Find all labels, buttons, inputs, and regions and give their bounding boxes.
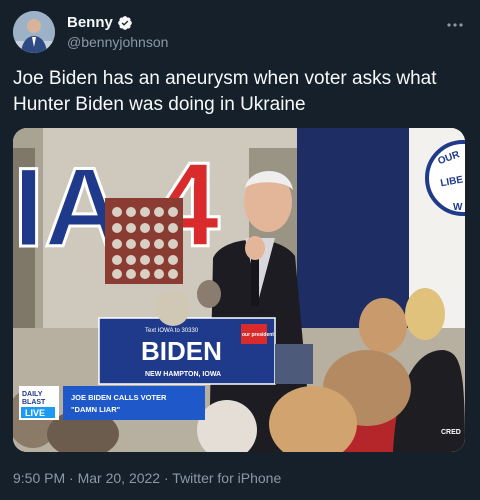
tweet-time[interactable]: 9:50 PM bbox=[13, 470, 65, 486]
podium-title: BIDEN bbox=[141, 336, 222, 366]
video-frame: IA 4 OUR LIBE W Text IOWA to 30330 BIDEN… bbox=[13, 128, 465, 452]
chyron-line1: JOE BIDEN CALLS VOTER bbox=[71, 393, 167, 402]
meta-separator: · bbox=[69, 470, 74, 486]
more-icon[interactable] bbox=[446, 12, 464, 33]
tweet-date[interactable]: Mar 20, 2022 bbox=[78, 470, 161, 486]
video-corner-text: CRED bbox=[441, 429, 461, 436]
tweet-text: Joe Biden has an aneurysm when voter ask… bbox=[13, 68, 437, 115]
chyron-line2: "DAMN LIAR" bbox=[71, 405, 121, 414]
chyron-live: LIVE bbox=[25, 408, 45, 418]
avatar[interactable] bbox=[13, 11, 55, 53]
sign-text-3: W bbox=[453, 202, 463, 213]
tweet-meta: 9:50 PM · Mar 20, 2022 · Twitter for iPh… bbox=[13, 470, 281, 486]
podium-small-text: Text IOWA to 30330 bbox=[145, 328, 199, 334]
news-chyron: DAILY BLAST LIVE JOE BIDEN CALLS VOTER "… bbox=[19, 386, 205, 420]
tweet-video[interactable]: IA 4 OUR LIBE W Text IOWA to 30330 BIDEN… bbox=[13, 128, 465, 452]
author-handle[interactable]: @bennyjohnson bbox=[67, 34, 168, 50]
author-name-row[interactable]: Benny bbox=[67, 14, 133, 31]
author-display-name[interactable]: Benny bbox=[67, 14, 113, 31]
chyron-logo-line2: BLAST bbox=[22, 399, 46, 406]
podium-location: NEW HAMPTON, IOWA bbox=[145, 371, 221, 378]
chyron-logo-line1: DAILY bbox=[22, 391, 43, 398]
meta-separator: · bbox=[163, 470, 169, 486]
podium-badge: our president bbox=[242, 332, 274, 338]
verified-badge-icon bbox=[118, 15, 132, 30]
avatar-photo bbox=[13, 11, 55, 53]
tweet-source[interactable]: Twitter for iPhone bbox=[172, 470, 281, 486]
